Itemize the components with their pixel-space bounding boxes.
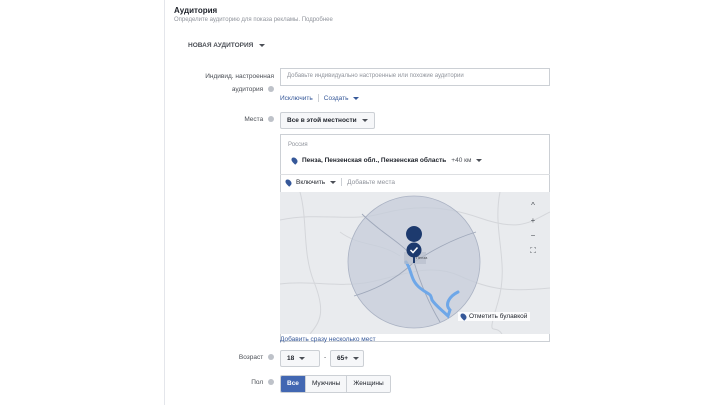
map-zoom-controls: ^ + − ⛶ xyxy=(524,198,542,258)
new-audience-dropdown[interactable]: НОВАЯ АУДИТОРИЯ xyxy=(188,42,266,49)
custom-audience-input[interactable]: Добавьте индивидуально настроенные или п… xyxy=(280,68,550,86)
info-icon[interactable] xyxy=(268,354,274,361)
create-link-label: Создать xyxy=(323,94,349,102)
chevron-down-icon[interactable] xyxy=(476,159,483,162)
location-type-value: Все в этой местности xyxy=(287,117,357,124)
selected-location-row[interactable]: Пенза, Пензенская обл., Пензенская облас… xyxy=(290,156,483,165)
zoom-in-button[interactable]: + xyxy=(524,213,542,228)
custom-audience-label-line1: Индивид. настроенная xyxy=(205,73,274,80)
include-exclude-row: Включить Добавьте места xyxy=(284,177,395,187)
age-min-dropdown[interactable]: 18 xyxy=(280,350,320,367)
location-pin-icon xyxy=(290,156,299,165)
chevron-down-icon[interactable] xyxy=(330,180,337,184)
fullscreen-icon[interactable]: ⛶ xyxy=(524,243,542,258)
gender-option-women[interactable]: Женщины xyxy=(347,376,390,392)
divider xyxy=(341,178,343,186)
include-dropdown-label[interactable]: Включить xyxy=(296,179,325,186)
gender-label: Пол xyxy=(251,379,264,386)
new-audience-label: НОВАЯ АУДИТОРИЯ xyxy=(188,42,254,49)
gender-option-men[interactable]: Мужчины xyxy=(305,376,348,392)
drop-pin-label: Отметить булавкой xyxy=(469,313,528,320)
gender-option-all[interactable]: Все xyxy=(281,376,306,392)
info-icon[interactable] xyxy=(268,116,274,123)
chevron-down-icon xyxy=(259,44,266,47)
locations-label-wrap: Места xyxy=(176,116,274,123)
age-label: Возраст xyxy=(238,354,264,361)
drop-pin-button[interactable]: Отметить булавкой xyxy=(458,312,531,321)
divider xyxy=(317,94,319,102)
chevron-down-icon xyxy=(299,357,306,360)
add-many-locations-link[interactable]: Добавить сразу несколько мест xyxy=(280,336,376,343)
selected-location-name: Пенза, Пензенская обл., Пензенская облас… xyxy=(302,157,447,164)
custom-audience-label-line2-wrap: аудитория xyxy=(176,83,274,96)
custom-audience-label: Индивид. настроенная аудитория xyxy=(176,70,274,96)
location-pin-icon xyxy=(459,312,468,321)
age-label-wrap: Возраст xyxy=(176,354,274,361)
age-min-value: 18 xyxy=(287,355,295,362)
age-max-value: 65+ xyxy=(337,355,349,362)
exclude-link[interactable]: Исключить xyxy=(280,95,313,102)
divider xyxy=(280,174,550,175)
map-up-button[interactable]: ^ xyxy=(524,198,542,213)
chevron-down-icon xyxy=(361,119,368,122)
locations-label: Места xyxy=(244,116,264,123)
age-max-dropdown[interactable]: 65+ xyxy=(330,350,364,367)
gender-segmented-control: Все Мужчины Женщины xyxy=(280,375,391,393)
section-subtitle[interactable]: Определите аудиторию для показа рекламы.… xyxy=(174,17,333,23)
custom-audience-label-line2: аудитория xyxy=(231,86,264,93)
info-icon[interactable] xyxy=(268,379,274,386)
age-range-dash: - xyxy=(324,354,327,361)
location-pin-icon xyxy=(284,177,293,187)
radius-value[interactable]: +40 км xyxy=(451,157,471,164)
gender-label-wrap: Пол xyxy=(176,379,274,386)
create-link[interactable]: Создать xyxy=(324,95,349,102)
chevron-down-icon[interactable] xyxy=(353,96,360,100)
zoom-out-button[interactable]: − xyxy=(524,228,542,243)
custom-audience-placeholder: Добавьте индивидуально настроенные или п… xyxy=(287,73,464,79)
location-type-dropdown[interactable]: Все в этой местности xyxy=(280,112,375,129)
info-icon[interactable] xyxy=(268,86,274,93)
section-title: Аудитория xyxy=(174,6,218,15)
add-place-input[interactable]: Добавьте места xyxy=(347,179,395,186)
chevron-down-icon xyxy=(353,357,360,360)
custom-audience-actions: Исключить Создать xyxy=(280,94,360,102)
country-label: Россия xyxy=(288,142,308,148)
